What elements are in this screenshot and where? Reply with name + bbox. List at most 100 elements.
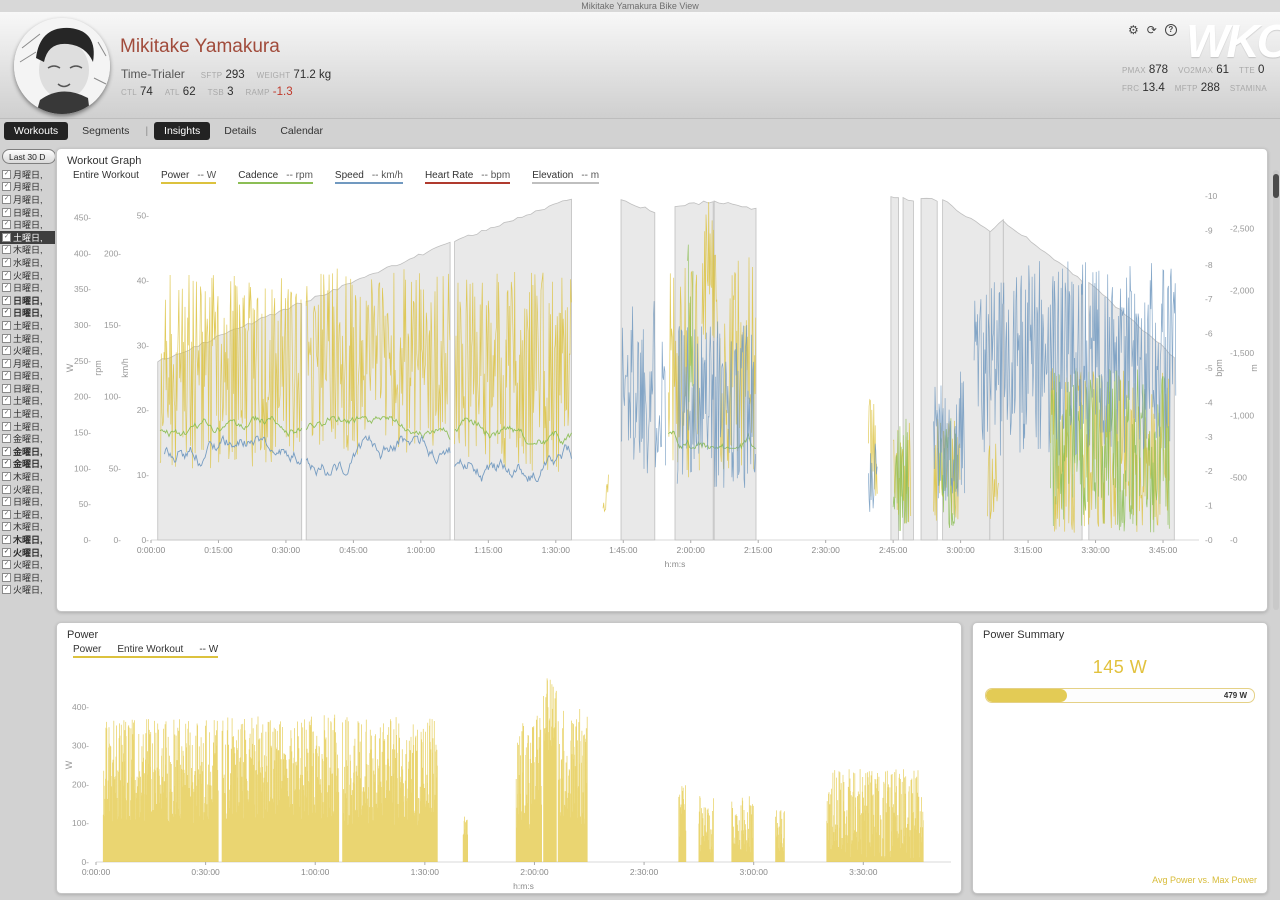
workout-checkbox[interactable]: ✓ (2, 446, 11, 456)
workout-list-item[interactable]: ✓ 日曜日, (0, 294, 55, 307)
workout-list-item[interactable]: ✓ 火曜日, (0, 269, 55, 282)
legend-item-heart-rate[interactable]: Heart Rate -- bpm (424, 170, 511, 184)
workout-list-item[interactable]: ✓ 木曜日, (0, 470, 55, 483)
legend-item-speed[interactable]: Speed -- km/h (334, 170, 403, 184)
workout-list-item[interactable]: ✓ 火曜日, (0, 483, 55, 496)
workout-list-item[interactable]: ✓ 月曜日, (0, 168, 55, 181)
tab-insights[interactable]: Insights (154, 122, 211, 140)
workout-checkbox[interactable]: ✓ (2, 295, 11, 305)
workout-list-item[interactable]: ✓ 日曜日, (0, 218, 55, 231)
workout-list-label: 土曜日, (13, 232, 43, 243)
workout-list-item[interactable]: ✓ 土曜日, (0, 332, 55, 345)
workout-checkbox[interactable]: ✓ (2, 207, 11, 217)
workout-checkbox[interactable]: ✓ (2, 232, 11, 242)
refresh-icon[interactable]: ⟳ (1147, 23, 1157, 37)
svg-text:100-: 100- (72, 818, 89, 828)
workout-checkbox[interactable]: ✓ (2, 245, 11, 255)
power-panel-title: Power (67, 629, 99, 641)
workout-checkbox[interactable]: ✓ (2, 522, 11, 532)
power-chart[interactable]: 0- 100- 200- 300- 400- W 0:00:00 0:30:00 1:00:00… (65, 662, 955, 894)
workout-list-item[interactable]: ✓ 木曜日, (0, 244, 55, 257)
workout-graph-chart[interactable]: 0- 50- 100- 150- 200- 250- 300- 350- 400- 450- W 0-… (65, 188, 1261, 588)
help-icon[interactable]: ? (1164, 24, 1177, 36)
workout-checkbox[interactable]: ✓ (2, 421, 11, 431)
workout-checkbox[interactable]: ✓ (2, 220, 11, 230)
workout-list-item[interactable]: ✓ 月曜日, (0, 181, 55, 194)
workout-checkbox[interactable]: ✓ (2, 383, 11, 393)
workout-list-item[interactable]: ✓ 土曜日, (0, 230, 55, 244)
workout-list-item[interactable]: ✓ 土曜日, (0, 319, 55, 332)
legend-item-elevation[interactable]: Elevation -- m (532, 170, 600, 184)
workout-checkbox[interactable]: ✓ (2, 535, 11, 545)
power-legend-group[interactable]: Power Entire Workout -- W (73, 644, 219, 658)
workout-list-item[interactable]: ✓ 日曜日, (0, 495, 55, 508)
legend-item-cadence[interactable]: Cadence -- rpm (238, 170, 313, 184)
workout-checkbox[interactable]: ✓ (2, 459, 11, 469)
workout-list-item[interactable]: ✓ 火曜日, (0, 344, 55, 357)
legend-item-power[interactable]: Power -- W (160, 170, 217, 184)
workout-checkbox[interactable]: ✓ (2, 509, 11, 519)
workout-list-item[interactable]: ✓ 日曜日, (0, 281, 55, 294)
stat-value: 74 (140, 86, 153, 98)
workout-checkbox[interactable]: ✓ (2, 484, 11, 494)
workout-list-item[interactable]: ✓ 土曜日, (0, 508, 55, 521)
workout-checkbox[interactable]: ✓ (2, 270, 11, 280)
workout-checkbox[interactable]: ✓ (2, 409, 11, 419)
tab-segments[interactable]: Segments (72, 122, 139, 140)
workout-list-item[interactable]: ✓ 日曜日, (0, 370, 55, 383)
workout-checkbox[interactable]: ✓ (2, 333, 11, 343)
workout-list-item[interactable]: ✓ 土曜日, (0, 407, 55, 420)
scrollbar-thumb[interactable] (1273, 174, 1279, 198)
workout-list-item[interactable]: ✓ 日曜日, (0, 382, 55, 395)
workout-list-item[interactable]: ✓ 火曜日, (0, 546, 55, 559)
workout-checkbox[interactable]: ✓ (2, 257, 11, 267)
workout-list-item[interactable]: ✓ 日曜日, (0, 571, 55, 584)
workout-checkbox[interactable]: ✓ (2, 283, 11, 293)
workout-list-item[interactable]: ✓ 木曜日, (0, 521, 55, 534)
scrollbar-track[interactable] (1273, 170, 1279, 610)
workout-checkbox[interactable]: ✓ (2, 497, 11, 507)
workout-list-label: 火曜日, (13, 585, 43, 596)
workout-checkbox[interactable]: ✓ (2, 396, 11, 406)
stat-label: RAMP (245, 88, 270, 97)
tab-workouts[interactable]: Workouts (4, 122, 69, 140)
workout-list-item[interactable]: ✓ 水曜日, (0, 256, 55, 269)
workout-checkbox[interactable]: ✓ (2, 169, 11, 179)
tab-details[interactable]: Details (214, 122, 266, 140)
date-range-filter-button[interactable]: Last 30 D (2, 149, 55, 164)
workout-checkbox[interactable]: ✓ (2, 308, 11, 318)
athlete-stats-row-1: Time-Trialer SFTP 293 WEIGHT 71.2 kg (121, 67, 331, 81)
workout-checkbox[interactable]: ✓ (2, 572, 11, 582)
workout-list-item[interactable]: ✓ 月曜日, (0, 193, 55, 206)
workout-list-item[interactable]: ✓ 金曜日, (0, 458, 55, 471)
workout-checkbox[interactable]: ✓ (2, 194, 11, 204)
legend-item-entire-workout[interactable]: Entire Workout (73, 170, 139, 182)
svg-text:1:30:00: 1:30:00 (542, 545, 571, 555)
workout-checkbox[interactable]: ✓ (2, 560, 11, 570)
workout-list-item[interactable]: ✓ 土曜日, (0, 395, 55, 408)
workout-list-item[interactable]: ✓ 金曜日, (0, 432, 55, 445)
workout-checkbox[interactable]: ✓ (2, 320, 11, 330)
workout-checkbox[interactable]: ✓ (2, 547, 11, 557)
workout-checkbox[interactable]: ✓ (2, 371, 11, 381)
workout-list-item[interactable]: ✓ 木曜日, (0, 533, 55, 546)
workout-list-item[interactable]: ✓ 土曜日, (0, 420, 55, 433)
workout-list-label: 木曜日, (13, 522, 43, 533)
athlete-avatar[interactable] (14, 18, 110, 114)
workout-checkbox[interactable]: ✓ (2, 585, 11, 595)
workout-list-item[interactable]: ✓ 火曜日, (0, 558, 55, 571)
workout-checkbox[interactable]: ✓ (2, 182, 11, 192)
athlete-stat: CTL 74 (121, 86, 153, 98)
svg-text:bpm: bpm (1214, 359, 1224, 377)
workout-list-item[interactable]: ✓ 日曜日, (0, 307, 55, 320)
workout-list-item[interactable]: ✓ 火曜日, (0, 584, 55, 597)
workout-list-item[interactable]: ✓ 日曜日, (0, 206, 55, 219)
workout-checkbox[interactable]: ✓ (2, 346, 11, 356)
workout-checkbox[interactable]: ✓ (2, 472, 11, 482)
workout-list-item[interactable]: ✓ 金曜日, (0, 445, 55, 458)
workout-list-item[interactable]: ✓ 月曜日, (0, 357, 55, 370)
gear-icon[interactable]: ⚙ (1128, 23, 1139, 37)
tab-calendar[interactable]: Calendar (270, 122, 333, 140)
workout-checkbox[interactable]: ✓ (2, 434, 11, 444)
workout-checkbox[interactable]: ✓ (2, 358, 11, 368)
